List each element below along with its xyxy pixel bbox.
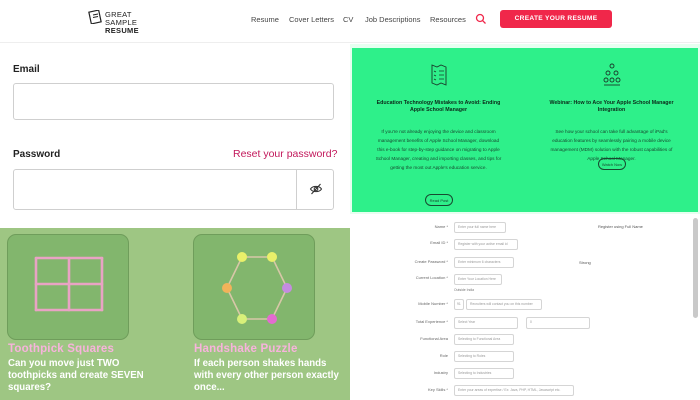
scrollbar[interactable]	[693, 218, 698, 318]
puzzle-title: Toothpick Squares	[8, 343, 115, 355]
puzzles-panel: Toothpick Squares Can you move just TWO …	[0, 228, 350, 400]
puzzle-tile-handshake[interactable]	[193, 234, 315, 340]
search-icon[interactable]	[475, 13, 487, 25]
registration-form: Name * Enter your full name here Registe…	[350, 218, 700, 400]
watch-now-button[interactable]: Watch Now	[598, 158, 626, 170]
experience-months-select[interactable]: 0	[526, 317, 590, 329]
logo-line3: RESUME	[105, 26, 139, 35]
form-label: Industry	[433, 370, 448, 375]
logo-text: GREAT SAMPLE RESUME	[105, 11, 168, 35]
show-password-button[interactable]	[296, 169, 334, 210]
name-input[interactable]: Enter your full name here	[454, 222, 506, 233]
password-field[interactable]	[13, 169, 334, 210]
handshake-hexagon-icon	[222, 252, 292, 324]
key-skills-input[interactable]: Enter your areas of expertise / Ex: Java…	[454, 385, 574, 396]
puzzle-description: Can you move just TWO toothpicks and cre…	[8, 358, 144, 393]
form-label: Functional Area	[420, 336, 448, 341]
form-label: Email ID *	[430, 240, 448, 245]
form-label: Role	[439, 353, 448, 358]
puzzle-description: If each person shakes hands with every o…	[194, 358, 339, 393]
email-field[interactable]	[13, 83, 334, 120]
resources-panel: Education Technology Mistakes to Avoid: …	[350, 44, 700, 214]
eye-slash-icon	[309, 183, 323, 195]
form-label: Mobile Number *	[418, 301, 448, 306]
password-input[interactable]: Enter minimum 6 characters	[454, 257, 514, 268]
card-description: If you're not already enjoying the devic…	[375, 129, 502, 170]
form-label: Total Experience *	[415, 319, 448, 324]
mobile-input[interactable]: Recruiters will contact you on this numb…	[466, 299, 542, 310]
nav-cv[interactable]: CV	[343, 15, 353, 24]
nav-cover-letters[interactable]: Cover Letters	[289, 15, 334, 24]
form-label: Create Password *	[414, 259, 448, 264]
password-strength: Strong	[579, 260, 591, 265]
resource-card-ebook: Education Technology Mistakes to Avoid: …	[352, 48, 525, 212]
toothpick-grid-icon	[34, 256, 104, 312]
nav-resume[interactable]: Resume	[251, 15, 279, 24]
role-select[interactable]: Selecting to Roles	[454, 351, 514, 362]
functional-area-select[interactable]: Selecting to Functional Area	[454, 334, 514, 345]
nav-job-descriptions[interactable]: Job Descriptions	[365, 15, 420, 24]
side-note: Register using Full Name	[598, 224, 643, 229]
card-title: Webinar: How to Ace Your Apple School Ma…	[549, 100, 674, 113]
reset-password-link[interactable]: Reset your password?	[233, 148, 337, 160]
form-label: Name *	[434, 224, 448, 229]
country-code[interactable]: 91	[454, 299, 464, 310]
location-input[interactable]: Enter Your Location Here	[454, 274, 502, 285]
card-title: Education Technology Mistakes to Avoid: …	[376, 100, 501, 113]
puzzle-tile-toothpick[interactable]	[7, 234, 129, 340]
site-header: GREAT SAMPLE RESUME Resume Cover Letters…	[0, 0, 700, 43]
email-label: Email	[13, 64, 40, 75]
create-resume-button[interactable]: CREATE YOUR RESUME	[500, 10, 612, 28]
puzzle-title: Handshake Puzzle	[194, 343, 298, 355]
logo-mark-icon	[88, 10, 102, 24]
nav-resources[interactable]: Resources	[430, 15, 466, 24]
read-post-button[interactable]: Read Post	[425, 194, 453, 206]
checklist-icon	[431, 64, 447, 86]
logo[interactable]: GREAT SAMPLE RESUME	[88, 10, 168, 35]
audience-icon	[603, 63, 621, 86]
email-input[interactable]: Register with your active email id	[454, 239, 518, 250]
form-label: Key Skills *	[427, 387, 448, 392]
industry-select[interactable]: Selecting to Industries	[454, 368, 514, 379]
form-label: Current Location *	[415, 275, 448, 280]
resource-card-webinar: Webinar: How to Ace Your Apple School Ma…	[525, 48, 698, 212]
password-label: Password	[13, 149, 61, 160]
outside-india-checkbox[interactable]: Outside India	[454, 288, 474, 292]
experience-years-select[interactable]: Select Year	[454, 317, 518, 329]
